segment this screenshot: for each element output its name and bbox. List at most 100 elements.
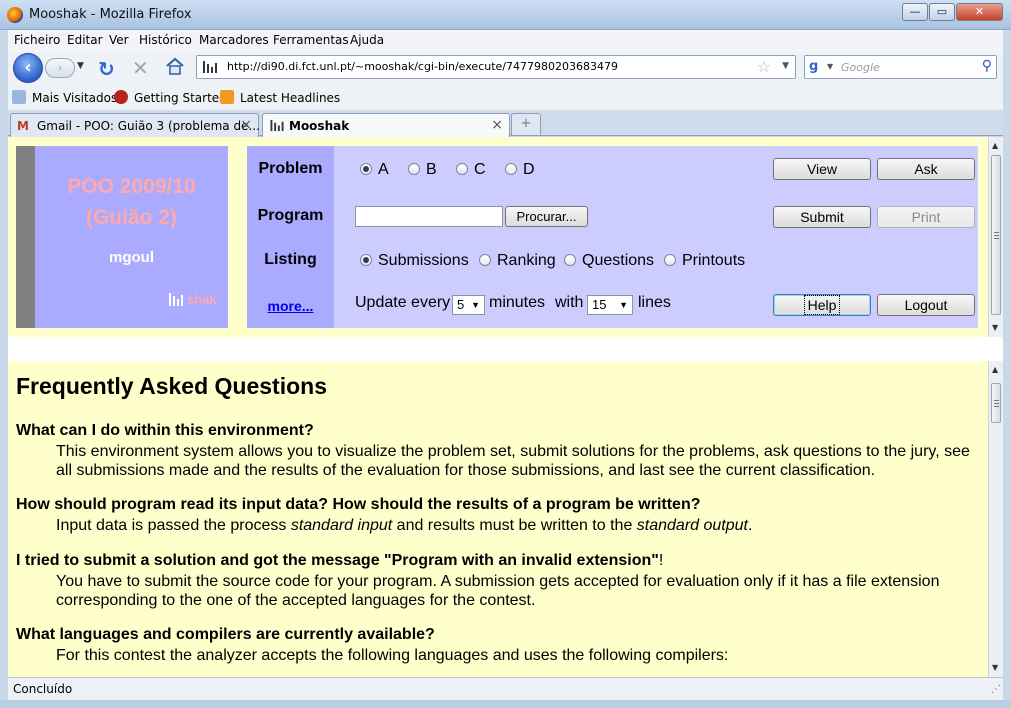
- close-tab-icon[interactable]: ×: [240, 117, 252, 133]
- radio-indicator[interactable]: [360, 254, 372, 266]
- scroll-up-icon[interactable]: ▲: [992, 141, 998, 150]
- address-bar[interactable]: http://di90.di.fct.unl.pt/~mooshak/cgi-b…: [196, 55, 796, 79]
- mooshak-logo-icon: [169, 293, 183, 306]
- tab-gmail[interactable]: M Gmail - POO: Guião 3 (problema de... ×: [10, 113, 260, 137]
- browse-button[interactable]: Procurar...: [505, 206, 588, 227]
- radio-indicator[interactable]: [564, 254, 576, 266]
- menu-ferramentas[interactable]: Ferramentas: [273, 33, 349, 47]
- chevron-down-icon: ▼: [471, 300, 480, 310]
- update-every-text: Update every: [355, 294, 451, 311]
- menu-marcadores[interactable]: Marcadores: [199, 33, 269, 47]
- menu-ajuda[interactable]: Ajuda: [350, 33, 384, 47]
- lines-text: lines: [638, 294, 671, 311]
- frame-separator: [8, 337, 1003, 361]
- menu-ver[interactable]: Ver: [109, 33, 129, 47]
- listing-radio-questions[interactable]: Questions: [564, 252, 654, 270]
- contest-logo-panel: POO 2009/10 (Guião 2) mgoul shak: [35, 146, 228, 328]
- bookmark-star-icon[interactable]: ☆: [757, 57, 771, 76]
- ask-button[interactable]: Ask: [877, 158, 975, 180]
- problem-radio-b[interactable]: B: [408, 161, 437, 179]
- listing-label: Listing: [264, 251, 317, 268]
- radio-indicator[interactable]: [360, 163, 372, 175]
- radio-indicator[interactable]: [408, 163, 420, 175]
- username: mgoul: [109, 249, 154, 266]
- home-icon[interactable]: [165, 57, 185, 75]
- search-engine-dropdown-icon[interactable]: ▼: [827, 62, 833, 71]
- url-dropdown-icon[interactable]: ▼: [782, 61, 789, 71]
- bookmark-getting-started[interactable]: Getting Started: [114, 90, 227, 105]
- listing-radio-ranking[interactable]: Ranking: [479, 252, 556, 270]
- radio-indicator[interactable]: [664, 254, 676, 266]
- listing-radio-printouts[interactable]: Printouts: [664, 252, 745, 270]
- radio-indicator[interactable]: [505, 163, 517, 175]
- view-button[interactable]: View: [773, 158, 871, 180]
- problem-radio-c[interactable]: C: [456, 161, 486, 179]
- faq-question: How should program read its input data? …: [16, 496, 701, 513]
- help-button[interactable]: Help: [773, 294, 871, 316]
- history-dropdown-icon[interactable]: ▼: [77, 61, 84, 71]
- print-button[interactable]: Print: [877, 206, 975, 228]
- getting-started-icon: [114, 90, 128, 104]
- scroll-down-icon[interactable]: ▼: [992, 663, 998, 672]
- menu-bar: Ficheiro Editar Ver Histórico Marcadores…: [8, 30, 1003, 52]
- logout-button[interactable]: Logout: [877, 294, 975, 316]
- with-text: with: [555, 294, 584, 311]
- problem-radio-a[interactable]: A: [360, 161, 389, 179]
- most-visited-icon: [12, 90, 26, 104]
- close-window-button[interactable]: ✕: [956, 3, 1003, 21]
- tab-mooshak[interactable]: Mooshak ×: [262, 113, 510, 137]
- control-labels: Problem Program Listing more...: [247, 146, 334, 328]
- close-tab-icon[interactable]: ×: [491, 117, 503, 133]
- scroll-down-icon[interactable]: ▼: [992, 323, 998, 332]
- forward-button[interactable]: ›: [45, 58, 75, 78]
- navigation-toolbar: ‹ › ▼ ↻ ✕ http://di90.di.fct.unl.pt/~moo…: [8, 52, 1003, 84]
- minutes-text: minutes: [489, 294, 546, 311]
- update-minutes-select[interactable]: 5 ▼: [452, 295, 485, 315]
- tab-strip: M Gmail - POO: Guião 3 (problema de... ×…: [8, 110, 1003, 137]
- bookmarks-toolbar: Mais Visitados Getting Started Latest He…: [8, 84, 1003, 110]
- search-icon[interactable]: ⚲: [982, 58, 992, 74]
- menu-editar[interactable]: Editar: [67, 33, 103, 47]
- problem-label: Problem: [258, 160, 323, 177]
- faq-answer: For this contest the analyzer accepts th…: [56, 647, 729, 664]
- tab-label: Gmail - POO: Guião 3 (problema de...: [37, 119, 260, 133]
- faq-answer: This environment system allows you to vi…: [56, 443, 970, 479]
- window-titlebar: Mooshak - Mozilla Firefox — ▭ ✕: [0, 0, 1011, 30]
- logo-edge: [16, 146, 35, 328]
- scroll-thumb[interactable]: [991, 155, 1001, 315]
- contest-name: POO 2009/10 (Guião 2): [67, 175, 196, 229]
- bookmark-most-visited[interactable]: Mais Visitados: [12, 90, 117, 105]
- new-tab-button[interactable]: +: [511, 113, 541, 135]
- submit-button[interactable]: Submit: [773, 206, 871, 228]
- url-text: http://di90.di.fct.unl.pt/~mooshak/cgi-b…: [227, 60, 618, 73]
- menu-ficheiro[interactable]: Ficheiro: [14, 33, 60, 47]
- radio-indicator[interactable]: [456, 163, 468, 175]
- search-box[interactable]: g ▼ Google ⚲: [804, 55, 997, 79]
- scroll-thumb[interactable]: [991, 383, 1001, 423]
- resize-grip-icon[interactable]: ⋰: [991, 684, 1001, 695]
- status-text: Concluído: [13, 682, 73, 696]
- rss-feed-icon: [220, 90, 234, 104]
- mooshak-logo: shak: [168, 291, 217, 307]
- scroll-up-icon[interactable]: ▲: [992, 365, 998, 374]
- more-link[interactable]: more...: [247, 298, 334, 314]
- faq-frame: Frequently Asked Questions What can I do…: [8, 361, 988, 677]
- reload-icon[interactable]: ↻: [98, 57, 115, 81]
- faq-frame-scrollbar[interactable]: ▲ ▼: [988, 361, 1003, 677]
- back-button[interactable]: ‹: [13, 53, 43, 83]
- minimize-button[interactable]: —: [902, 3, 928, 21]
- stop-icon[interactable]: ✕: [132, 56, 149, 80]
- radio-indicator[interactable]: [479, 254, 491, 266]
- menu-historico[interactable]: Histórico: [139, 33, 192, 47]
- chevron-down-icon: ▼: [619, 300, 628, 310]
- bookmark-latest-headlines[interactable]: Latest Headlines: [220, 90, 340, 105]
- lines-select[interactable]: 15 ▼: [587, 295, 633, 315]
- listing-radio-submissions[interactable]: Submissions: [360, 252, 469, 270]
- faq-answer: Input data is passed the process standar…: [56, 517, 753, 534]
- program-file-input[interactable]: [355, 206, 503, 227]
- google-icon[interactable]: g: [809, 59, 825, 75]
- problem-radio-d[interactable]: D: [505, 161, 535, 179]
- maximize-button[interactable]: ▭: [929, 3, 955, 21]
- control-frame-scrollbar[interactable]: ▲ ▼: [988, 137, 1003, 337]
- tab-label: Mooshak: [289, 119, 350, 133]
